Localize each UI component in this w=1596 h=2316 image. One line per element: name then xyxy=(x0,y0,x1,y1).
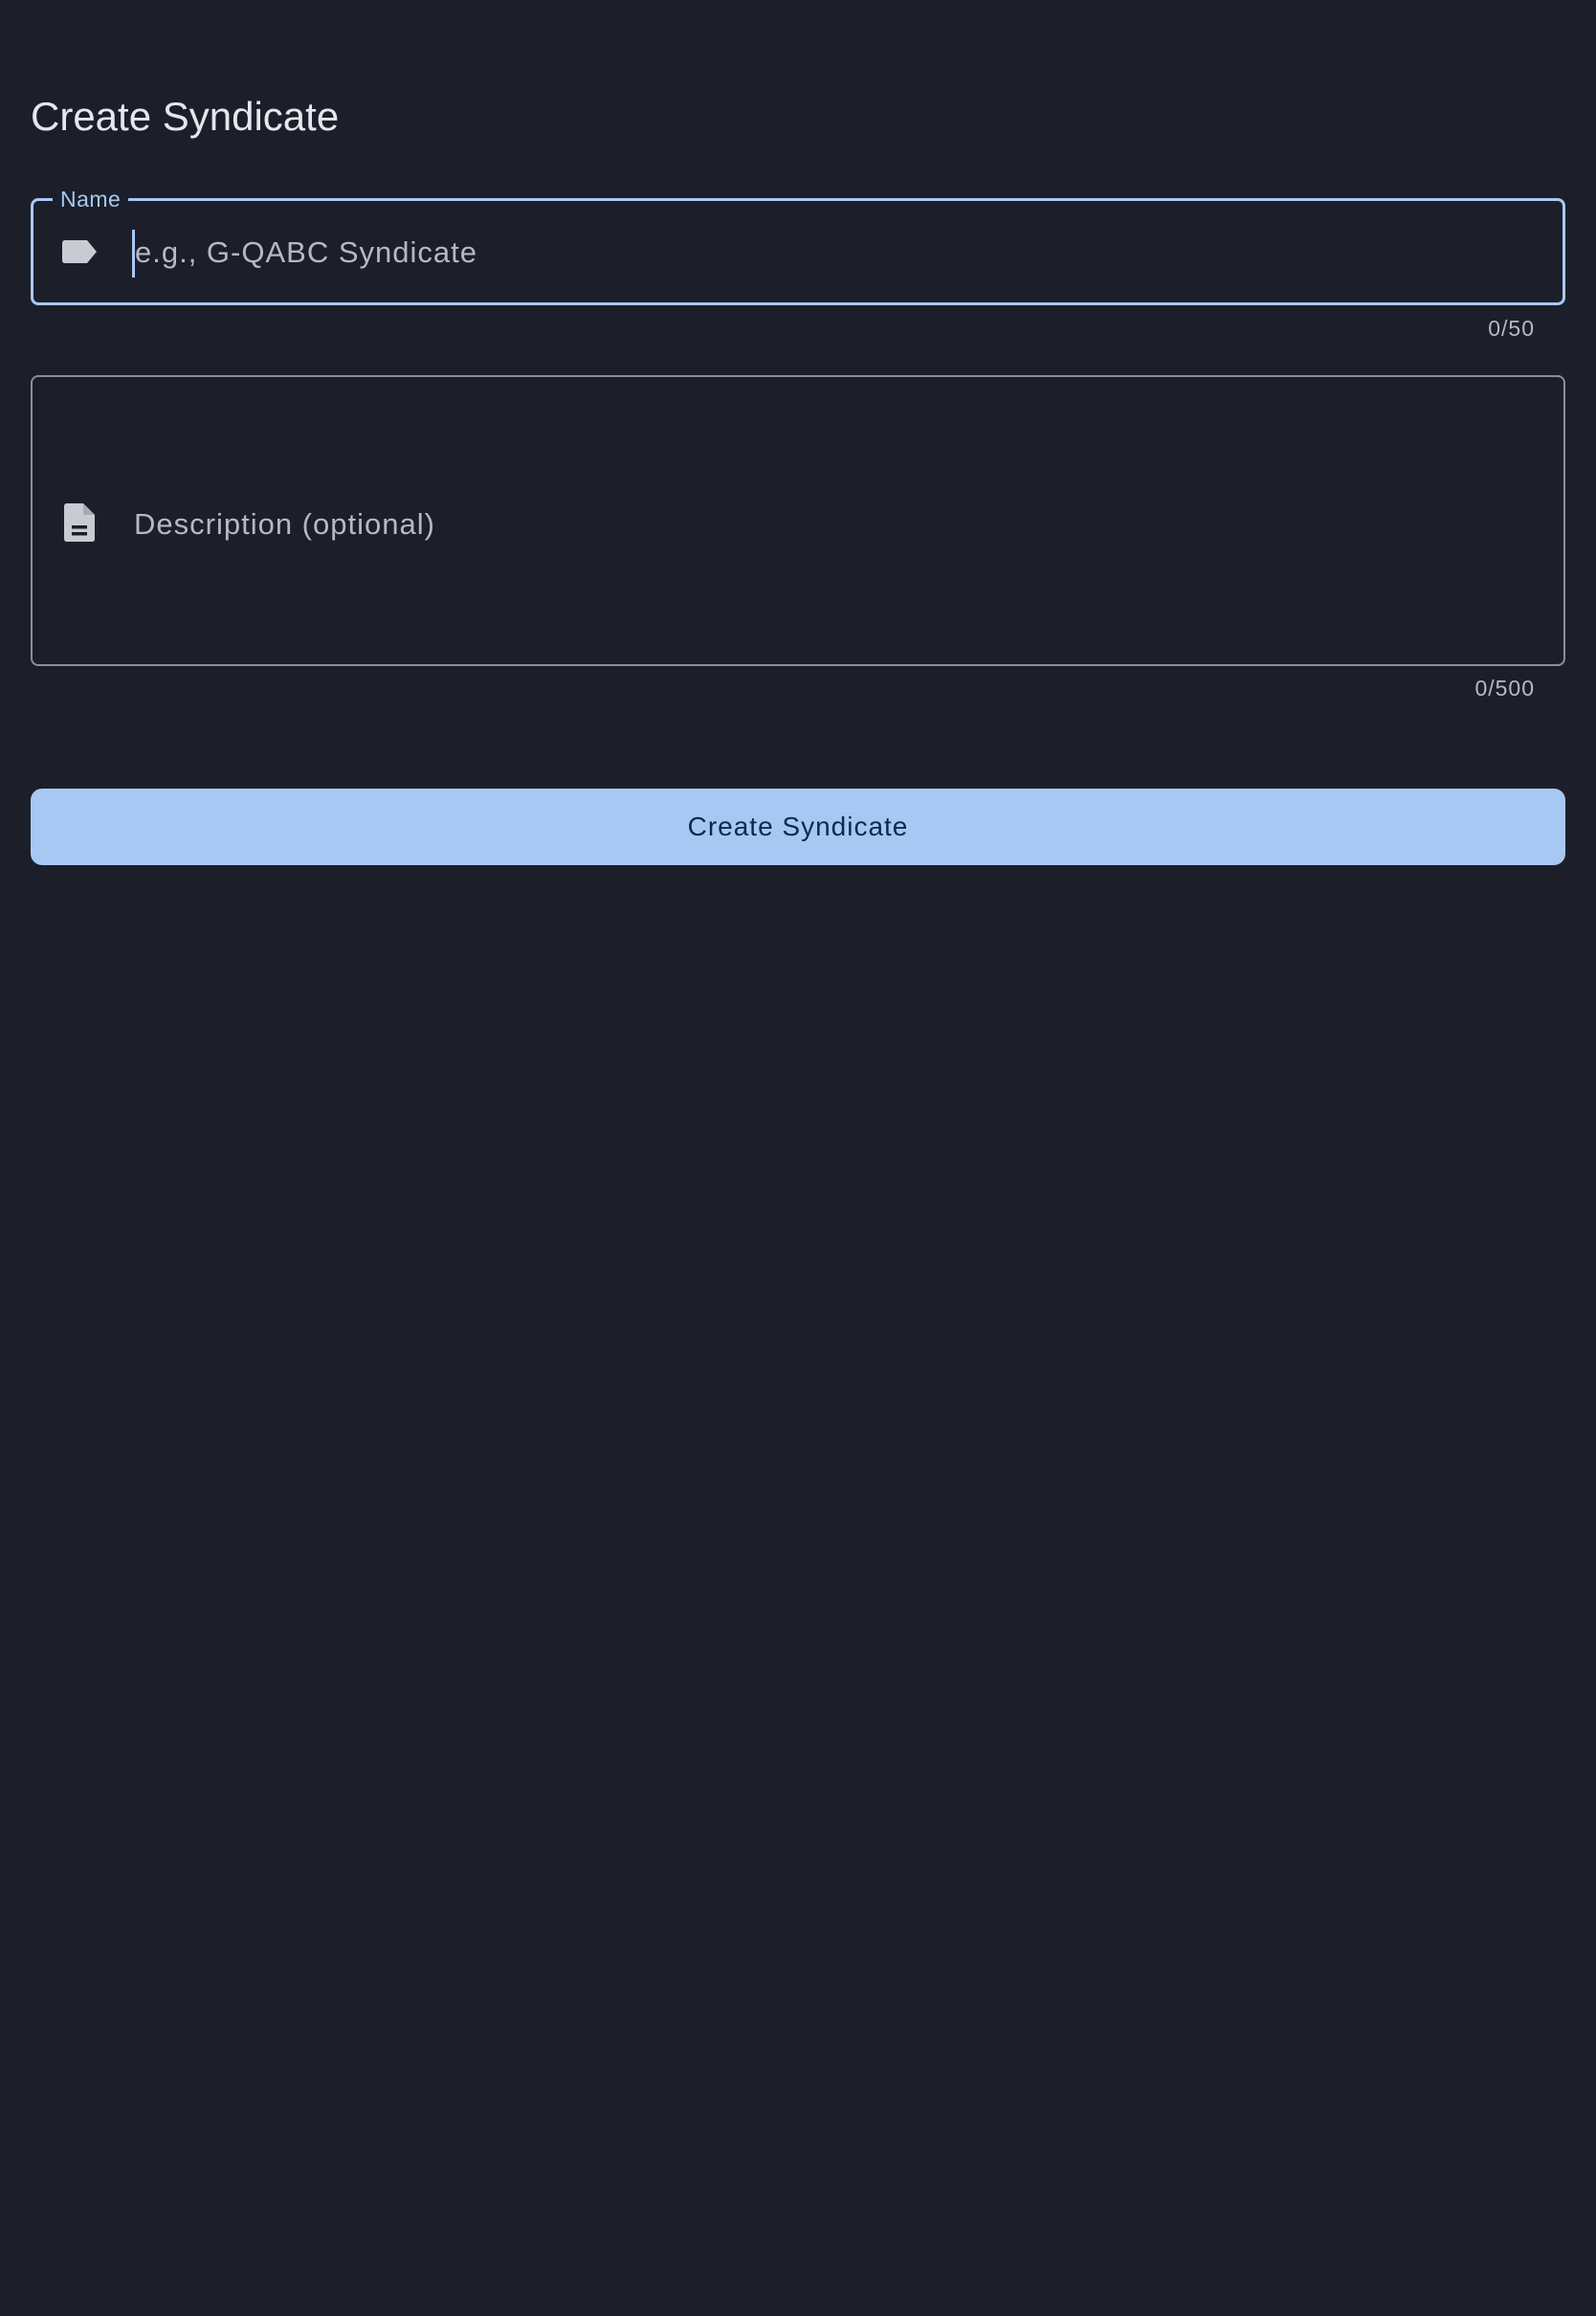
name-field[interactable]: Name xyxy=(31,186,1565,305)
name-field-label: Name xyxy=(53,186,129,212)
page-title: Create Syndicate xyxy=(31,94,340,139)
text-caret xyxy=(132,230,135,278)
description-input[interactable] xyxy=(130,501,1531,547)
description-character-counter: 0/500 xyxy=(1474,676,1535,701)
description-field[interactable] xyxy=(31,375,1565,666)
description-document-icon xyxy=(59,502,100,543)
create-syndicate-button[interactable]: Create Syndicate xyxy=(31,789,1565,865)
name-character-counter: 0/50 xyxy=(1488,316,1535,341)
label-tag-icon xyxy=(60,232,100,272)
name-input[interactable] xyxy=(131,230,1532,276)
